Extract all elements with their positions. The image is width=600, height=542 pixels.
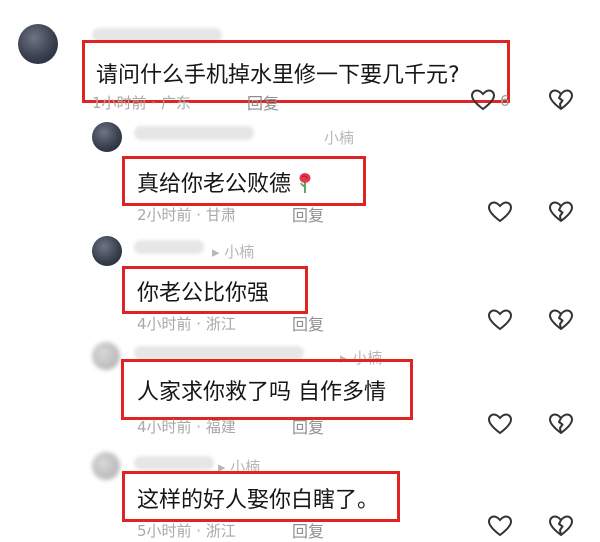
reply-button[interactable]: 回复: [292, 518, 324, 542]
comment-meta: 2小时前 · 甘肃: [137, 206, 236, 224]
username-blurred[interactable]: [134, 346, 304, 360]
heart-icon[interactable]: [487, 308, 513, 332]
broken-heart-icon[interactable]: [548, 88, 574, 112]
heart-icon[interactable]: [487, 514, 513, 538]
broken-heart-icon[interactable]: [548, 308, 574, 332]
comment-text: 人家求你救了吗 自作多情: [137, 380, 386, 405]
comment-text: 这样的好人娶你白瞎了。: [137, 488, 380, 513]
reply-to-name[interactable]: 小楠: [324, 127, 354, 148]
avatar[interactable]: [92, 122, 122, 152]
comment-meta: 4小时前 · 福建: [137, 418, 236, 436]
comment-text: 请问什么手机掉水里修一下要几千元?: [96, 63, 460, 88]
avatar[interactable]: [92, 342, 120, 370]
heart-icon[interactable]: [487, 200, 513, 224]
like-count: 6: [500, 92, 510, 110]
rose-emoji: [299, 173, 311, 193]
comment-meta: 4小时前 · 浙江: [137, 315, 236, 333]
reply-button[interactable]: 回复: [292, 414, 324, 438]
comment-meta: 5小时前 · 浙江: [137, 522, 236, 540]
avatar[interactable]: [92, 452, 120, 480]
comment-meta: 1小时前 · 广东: [92, 94, 191, 112]
reply-to-name[interactable]: ▸ 小楠: [212, 241, 254, 262]
broken-heart-icon[interactable]: [548, 412, 574, 436]
reply-button[interactable]: 回复: [247, 90, 279, 114]
username-blurred[interactable]: [134, 126, 254, 140]
username-blurred[interactable]: [134, 240, 204, 254]
comment-text: 真给你老公败德: [137, 166, 313, 198]
heart-icon[interactable]: [487, 412, 513, 436]
reply-button[interactable]: 回复: [292, 311, 324, 335]
comment-text-label: 真给你老公败德: [137, 172, 292, 197]
heart-icon[interactable]: [470, 88, 496, 112]
avatar[interactable]: [92, 236, 122, 266]
comment-text: 你老公比你强: [137, 281, 270, 306]
broken-heart-icon[interactable]: [548, 514, 574, 538]
reply-button[interactable]: 回复: [292, 202, 324, 226]
avatar[interactable]: [18, 24, 58, 64]
broken-heart-icon[interactable]: [548, 200, 574, 224]
username-blurred[interactable]: [134, 456, 214, 470]
